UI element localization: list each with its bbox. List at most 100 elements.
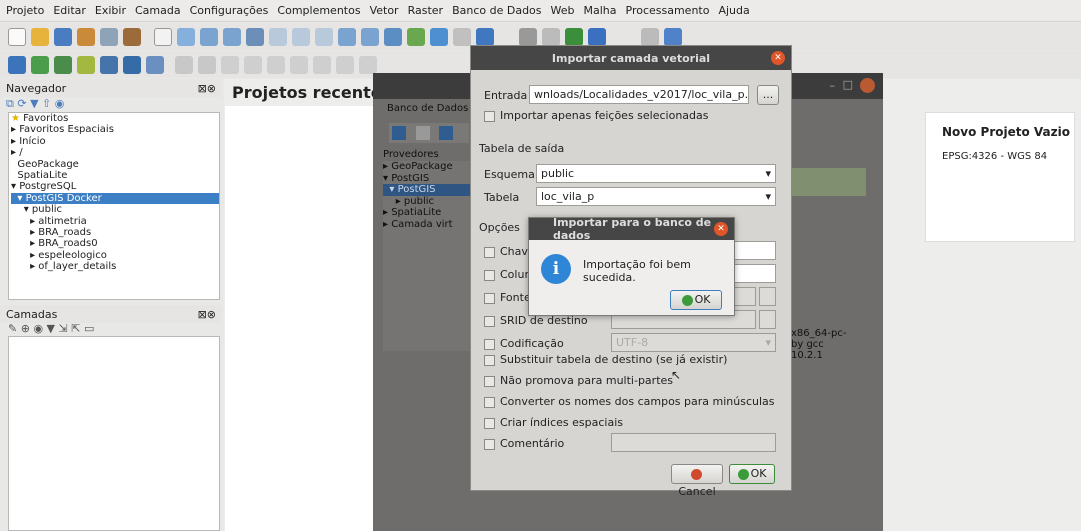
tree-item-bra-roads0[interactable]: ▸ BRA_roads0 <box>11 238 219 249</box>
remove-layer-icon[interactable]: ▭ <box>84 322 94 335</box>
db-tab[interactable]: Banco de Dados <box>387 103 468 114</box>
encoding-select[interactable]: UTF-8 ▾ <box>611 333 776 352</box>
db-refresh-icon[interactable] <box>392 126 406 140</box>
zoom-out-icon[interactable] <box>223 27 241 46</box>
index-checkbox[interactable] <box>484 417 495 429</box>
only-selected-checkbox[interactable] <box>484 110 495 122</box>
add-group-icon[interactable]: ⊕ <box>21 322 30 335</box>
menu-web[interactable]: Web <box>551 4 575 17</box>
provider-postgis[interactable]: ▾ PostGIS <box>383 173 473 185</box>
browse-button[interactable]: ... <box>757 85 779 105</box>
add-selected-icon[interactable]: ⧉ <box>6 97 14 110</box>
zoom-native-icon[interactable] <box>315 27 333 46</box>
panel-close-icon[interactable]: ⊠⊗ <box>198 82 216 95</box>
bookmark-icon[interactable] <box>430 27 448 46</box>
maximize-icon[interactable]: □ <box>843 78 853 91</box>
target-srid-button[interactable] <box>759 310 776 329</box>
vertex-icon[interactable] <box>267 55 285 74</box>
new-project-icon[interactable] <box>8 27 26 46</box>
filter-icon[interactable]: ▼ <box>30 97 38 110</box>
tree-item-inicio[interactable]: ▸ Início <box>11 136 219 147</box>
cut-icon[interactable] <box>313 55 331 74</box>
menu-configuracoes[interactable]: Configurações <box>190 4 269 17</box>
add-feature-icon[interactable] <box>244 55 262 74</box>
db-sql-icon[interactable] <box>415 126 430 140</box>
provider-spatialite[interactable]: ▸ SpatiaLite <box>383 207 473 219</box>
column-checkbox[interactable] <box>484 269 495 281</box>
style-manager-icon[interactable] <box>123 27 141 46</box>
no-multi-checkbox[interactable] <box>484 375 495 387</box>
input-path-field[interactable]: wnloads/Localidades_v2017/loc_vila_p.shp <box>529 85 749 104</box>
collapse-all-icon[interactable]: ⇱ <box>71 322 80 335</box>
menu-vetor[interactable]: Vetor <box>370 4 399 17</box>
save-edits-icon[interactable] <box>221 55 239 74</box>
add-raster-icon[interactable] <box>77 55 95 74</box>
source-srid-button[interactable] <box>759 287 776 306</box>
copy-icon[interactable] <box>336 55 354 74</box>
print-layout-icon[interactable] <box>100 27 118 46</box>
save-project-icon[interactable] <box>54 27 72 46</box>
menu-ajuda[interactable]: Ajuda <box>718 4 749 17</box>
schema-select[interactable]: public ▾ <box>536 164 776 183</box>
tree-item-spatialite[interactable]: SpatiaLite <box>11 170 219 181</box>
provider-virtual[interactable]: ▸ Camada virt <box>383 219 473 231</box>
zoom-full-icon[interactable] <box>246 27 264 46</box>
edit-icon[interactable] <box>198 55 216 74</box>
add-mesh-icon[interactable] <box>146 55 164 74</box>
tree-item-postgresql[interactable]: ▾ PostgreSQL <box>11 181 219 192</box>
tree-item-altimetria[interactable]: ▸ altimetria <box>11 216 219 227</box>
add-layer-icon[interactable] <box>31 55 49 74</box>
save-as-icon[interactable] <box>77 27 95 46</box>
tree-item-postgis-docker[interactable]: ▾ PostGIS Docker <box>11 192 219 205</box>
comment-checkbox[interactable] <box>484 438 495 450</box>
manage-theme-icon[interactable]: ◉ <box>33 322 43 335</box>
info-icon[interactable] <box>664 27 682 46</box>
stats-icon[interactable] <box>588 27 606 46</box>
provider-public[interactable]: ▸ public <box>383 196 473 208</box>
menu-processamento[interactable]: Processamento <box>626 4 710 17</box>
tree-item-public[interactable]: ▾ public <box>11 204 219 215</box>
paste-icon[interactable] <box>359 55 377 74</box>
new-project-card[interactable]: Novo Projeto Vazio EPSG:4326 - WGS 84 <box>925 112 1075 242</box>
tree-item-favoritos-espaciais[interactable]: ▸ Favoritos Espaciais <box>11 124 219 135</box>
tree-item-root[interactable]: ▸ / <box>11 147 219 158</box>
expand-all-icon[interactable]: ⇲ <box>59 322 68 335</box>
message-ok-button[interactable]: OK <box>670 290 722 310</box>
zoom-layer-icon[interactable] <box>292 27 310 46</box>
refresh-icon[interactable] <box>453 27 471 46</box>
properties-icon[interactable]: ◉ <box>55 97 65 110</box>
menu-exibir[interactable]: Exibir <box>95 4 126 17</box>
open-project-icon[interactable] <box>31 27 49 46</box>
temporal-icon[interactable] <box>476 27 494 46</box>
tree-item-geopackage[interactable]: GeoPackage <box>11 159 219 170</box>
menu-camada[interactable]: Camada <box>135 4 181 17</box>
add-wms-icon[interactable] <box>123 55 141 74</box>
db-selected-row[interactable] <box>791 168 866 196</box>
measure-icon[interactable] <box>641 27 659 46</box>
replace-checkbox[interactable] <box>484 354 495 366</box>
menu-malha[interactable]: Malha <box>584 4 617 17</box>
minimize-icon[interactable]: – <box>830 79 836 92</box>
menu-editar[interactable]: Editar <box>53 4 86 17</box>
db-import-icon[interactable] <box>439 126 453 140</box>
select-icon[interactable] <box>542 27 560 46</box>
pan-icon[interactable] <box>154 27 172 46</box>
collapse-icon[interactable]: ⇧ <box>42 97 51 110</box>
refresh-nav-icon[interactable]: ⟳ <box>17 97 26 110</box>
layer-style-icon[interactable]: ✎ <box>8 322 17 335</box>
tree-item-espeleologico[interactable]: ▸ espeleologico <box>11 250 219 261</box>
filter-legend-icon[interactable]: ▼ <box>47 322 55 335</box>
field-calc-icon[interactable] <box>565 27 583 46</box>
srid-checkbox[interactable] <box>484 315 495 327</box>
encoding-checkbox[interactable] <box>484 338 495 350</box>
cancel-button[interactable]: Cancel <box>671 464 723 498</box>
pan-to-selection-icon[interactable] <box>177 27 195 46</box>
identify-icon[interactable] <box>519 27 537 46</box>
menu-complementos[interactable]: Complementos <box>277 4 360 17</box>
datasource-manager-icon[interactable] <box>8 55 26 74</box>
tree-item-favoritos[interactable]: ★ Favoritos <box>11 113 219 124</box>
add-vector-icon[interactable] <box>54 55 72 74</box>
lowercase-checkbox[interactable] <box>484 396 495 408</box>
tree-item-bra-roads[interactable]: ▸ BRA_roads <box>11 227 219 238</box>
recent-projects-list[interactable] <box>225 106 375 531</box>
